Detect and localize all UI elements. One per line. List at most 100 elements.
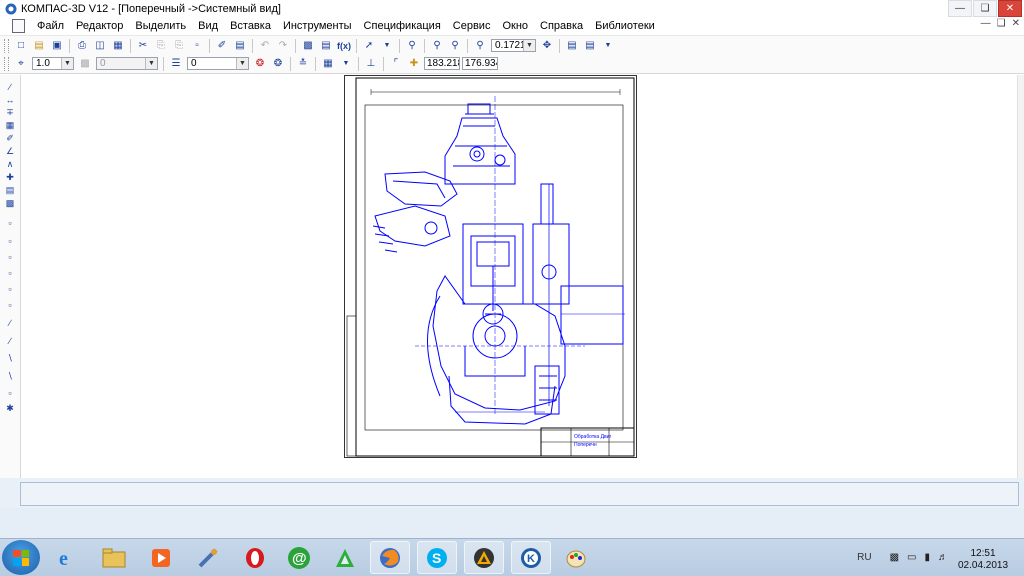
menu-tools[interactable]: Инструменты (277, 20, 358, 32)
paint-icon[interactable] (556, 541, 596, 574)
select-icon[interactable]: ∧ (4, 159, 16, 170)
restore-button[interactable]: ❑ (973, 0, 997, 17)
file-folder-icon[interactable] (94, 541, 134, 574)
tool-icon-2[interactable]: ▫ (4, 235, 16, 246)
tool-icon-12[interactable]: ✱ (4, 403, 16, 414)
document-icon[interactable] (12, 18, 25, 33)
menu-select[interactable]: Выделить (129, 20, 192, 32)
chevron-down-icon[interactable]: ▼ (236, 58, 248, 69)
opera-icon[interactable] (235, 541, 275, 574)
zoom-scale-icon[interactable]: ⚲ (473, 39, 487, 53)
media-player-icon[interactable] (141, 541, 181, 574)
designations-icon[interactable]: ∓ (4, 107, 16, 118)
overflow-chevron-icon[interactable]: ▼ (380, 39, 394, 53)
doc-minimize-button[interactable]: — (981, 18, 991, 29)
tool-icon-4[interactable]: ▫ (4, 267, 16, 278)
parametrization-icon[interactable]: ✐ (4, 133, 16, 144)
grid-icon[interactable]: ▦ (321, 57, 335, 71)
undo-icon[interactable]: ↶ (258, 39, 272, 53)
tool-icon-8[interactable]: ∕ (4, 335, 16, 346)
cursor-coords-icon[interactable]: ✚ (407, 57, 421, 71)
chevron-down-icon[interactable]: ▼ (61, 58, 73, 69)
close-button[interactable]: ✕ (998, 0, 1022, 17)
zoom-in-icon[interactable]: ⚲ (430, 39, 444, 53)
menu-libraries[interactable]: Библиотеки (589, 20, 661, 32)
style-combo[interactable]: 0 ▼ (187, 57, 249, 70)
tool-icon-3[interactable]: ▫ (4, 251, 16, 262)
minimize-button[interactable]: — (948, 0, 972, 17)
library-manager-icon[interactable]: ▩ (301, 39, 315, 53)
skype-icon[interactable]: S (417, 541, 457, 574)
power-icon[interactable]: ▮ (924, 552, 930, 563)
overflow-chevron-icon[interactable]: ▼ (339, 57, 353, 71)
orthogonal-mode-icon[interactable]: ⊥ (364, 57, 378, 71)
export-icon[interactable]: ▦ (111, 39, 125, 53)
measure-icon[interactable]: ∠ (4, 146, 16, 157)
tool-icon-5[interactable]: ▫ (4, 283, 16, 294)
kompas-app-icon[interactable] (5, 3, 17, 15)
drawing-sheet[interactable]: Обработка Двиг Поперечн (344, 75, 637, 458)
round-icon[interactable]: ⌜ (389, 57, 403, 71)
parametric-icon[interactable]: ≛ (296, 57, 310, 71)
kompas-3d-a-icon[interactable] (464, 541, 504, 574)
mail-agent-icon[interactable]: @ (279, 541, 319, 574)
help-cursor-icon[interactable]: ➚ (362, 39, 376, 53)
tool-icon-6[interactable]: ▫ (4, 299, 16, 310)
print-preview-icon[interactable]: ◫ (93, 39, 107, 53)
start-button[interactable] (2, 540, 40, 575)
toolbar-grip[interactable] (4, 38, 9, 53)
paste-icon[interactable]: ⎘ (172, 39, 186, 53)
network-signal-icon[interactable]: ▭ (907, 552, 916, 563)
doc-restore-button[interactable]: ❑ (997, 18, 1006, 29)
cut-icon[interactable]: ✂ (136, 39, 150, 53)
doc-close-button[interactable]: ✕ (1012, 18, 1020, 29)
pan-icon[interactable]: ✥ (540, 39, 554, 53)
chevron-down-icon[interactable]: ▼ (145, 58, 157, 69)
geometry-icon[interactable]: ∕ (4, 81, 16, 92)
menu-help[interactable]: Справка (534, 20, 589, 32)
insert-fragment-icon[interactable]: ▩ (4, 198, 16, 209)
line-width-combo[interactable]: 1.0 ▼ (32, 57, 74, 70)
zoom-window-icon[interactable]: ⚲ (405, 39, 419, 53)
chevron-down-icon[interactable]: ▼ (523, 40, 535, 51)
tool-icon-11[interactable]: ▫ (4, 387, 16, 398)
layer-icon[interactable]: ▩ (78, 57, 92, 71)
local-coordinates-icon[interactable]: ⌖ (14, 57, 28, 71)
copy-icon[interactable]: ⎘ (154, 39, 168, 53)
save-icon[interactable]: ▣ (50, 39, 64, 53)
open-folder-icon[interactable]: ▤ (32, 39, 46, 53)
language-indicator[interactable]: RU (857, 552, 871, 563)
previous-view-icon[interactable]: ▤ (583, 39, 597, 53)
overflow-chevron-icon[interactable]: ▼ (601, 39, 615, 53)
firefox-icon[interactable] (370, 541, 410, 574)
menu-specification[interactable]: Спецификация (358, 20, 447, 32)
manager-icon[interactable]: ▤ (233, 39, 247, 53)
zoom-combo[interactable]: 0.1721 ▼ (491, 39, 536, 52)
volume-icon[interactable]: ♬ (938, 552, 948, 563)
kompas-3d-k-icon[interactable]: K (511, 541, 551, 574)
tool-icon-1[interactable]: ▫ (4, 217, 16, 228)
tool-icon-10[interactable]: ∖ (4, 371, 16, 382)
new-document-icon[interactable]: □ (14, 39, 28, 53)
keyboard-icon[interactable]: ▩ (890, 552, 899, 563)
refresh-view-icon[interactable]: ▤ (565, 39, 579, 53)
reports-icon[interactable]: ▤ (4, 185, 16, 196)
acrobat-icon[interactable] (325, 541, 365, 574)
internet-explorer-icon[interactable]: e (47, 541, 87, 574)
coord-x-field[interactable]: 183.218 (424, 57, 460, 70)
menu-service[interactable]: Сервис (447, 20, 497, 32)
zoom-out-icon[interactable]: ⚲ (448, 39, 462, 53)
variables-icon[interactable]: ▤ (319, 39, 333, 53)
redo-icon[interactable]: ↷ (276, 39, 290, 53)
dimensions-icon[interactable]: ↔ (4, 94, 16, 105)
edit-icon[interactable]: ▦ (4, 120, 16, 131)
menu-file[interactable]: Файл (31, 20, 70, 32)
tool-icon-7[interactable]: ∕ (4, 317, 16, 328)
vertical-scrollbar[interactable] (1017, 75, 1024, 478)
tool-icon-9[interactable]: ∖ (4, 353, 16, 364)
format-painter-icon[interactable]: ✐ (215, 39, 229, 53)
snap-settings-icon[interactable]: ❂ (271, 57, 285, 71)
properties-icon[interactable]: ▫ (190, 39, 204, 53)
snap-icon[interactable]: ❂ (253, 57, 267, 71)
tool-app-icon[interactable] (188, 541, 228, 574)
